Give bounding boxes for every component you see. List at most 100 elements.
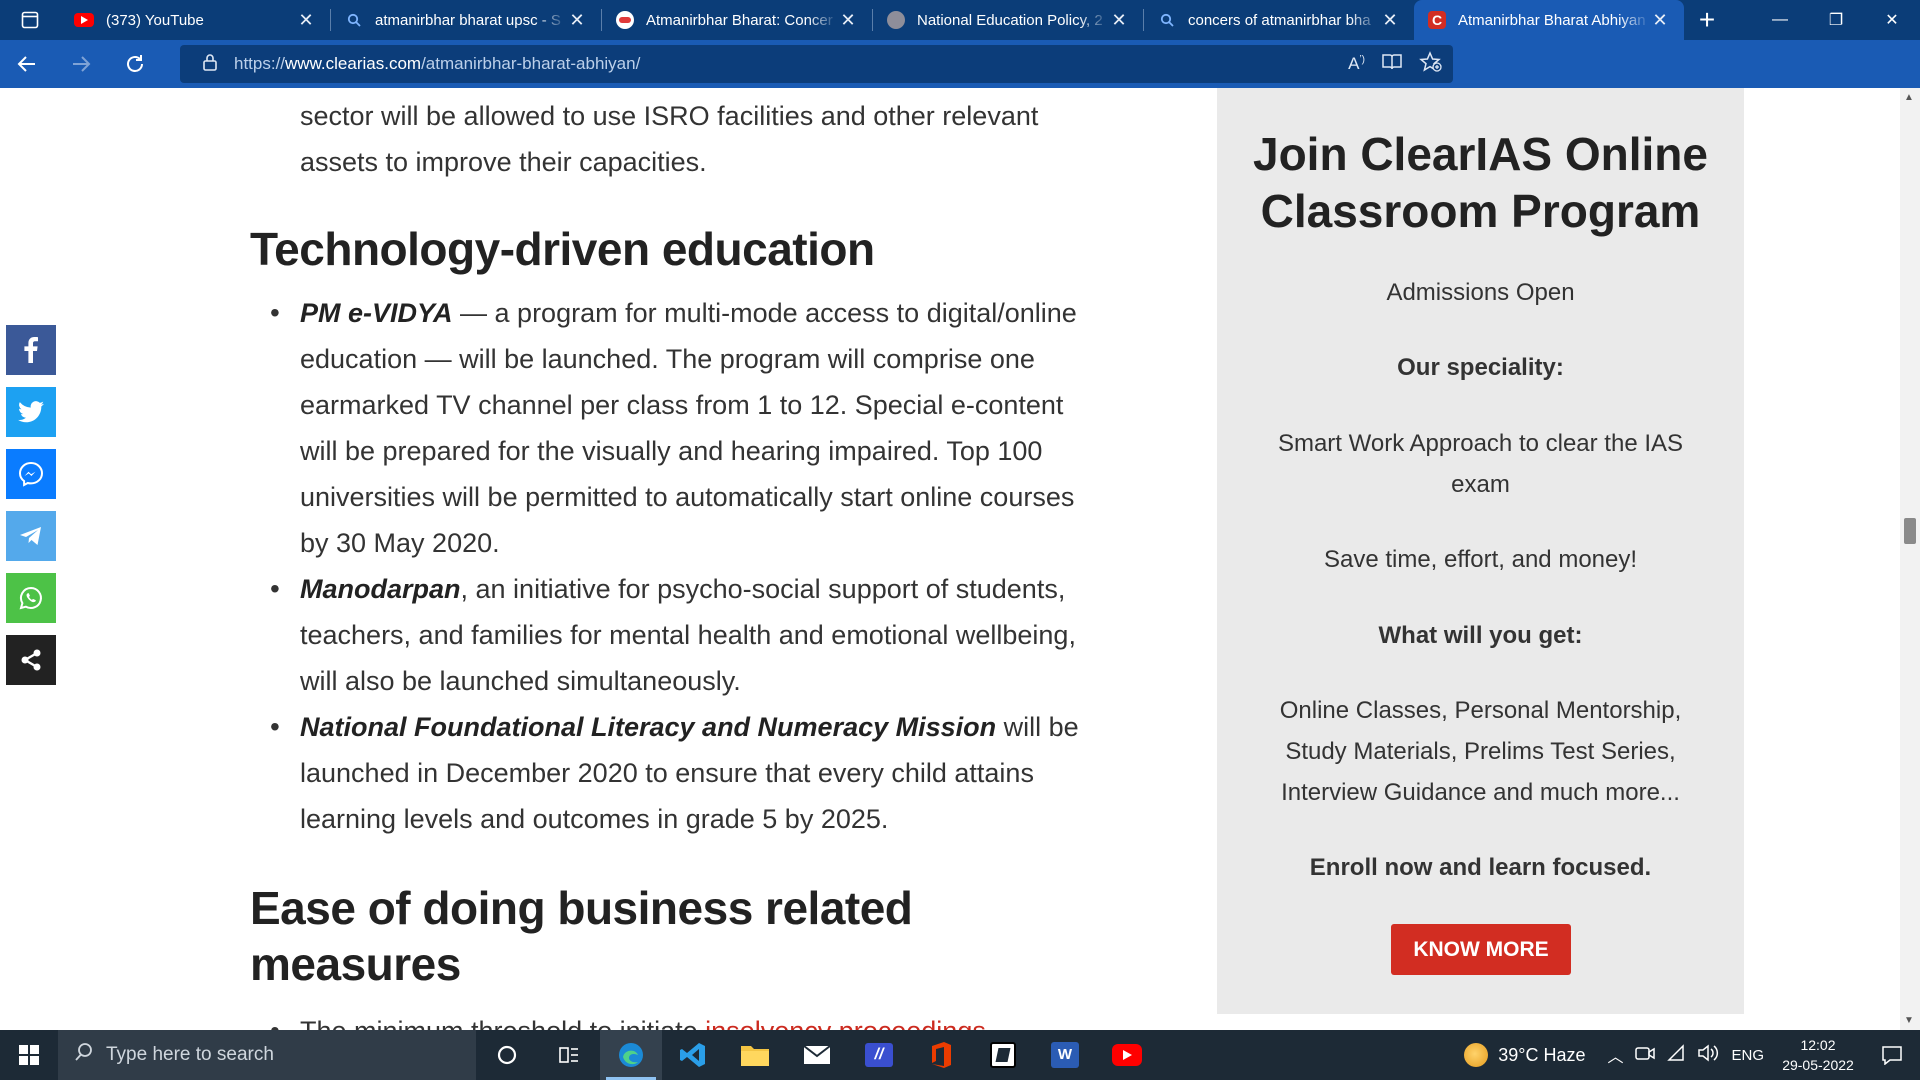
address-bar-actions: Aʼ) [1348,45,1443,83]
lock-icon[interactable] [202,53,224,76]
facebook-icon [24,337,38,363]
back-icon[interactable] [0,40,54,88]
network-icon[interactable] [1667,1043,1687,1067]
web-page: sector will be allowed to use ISRO facil… [0,88,1900,1030]
cortana-icon[interactable] [476,1030,538,1080]
restore-icon[interactable]: ❐ [1808,0,1864,40]
notion-icon[interactable] [972,1030,1034,1080]
tab-title: atmanirbhar bharat upsc - S [375,11,561,29]
scroll-up-icon[interactable]: ▲ [1904,92,1914,103]
start-button[interactable] [0,1030,58,1080]
search-icon [345,11,363,29]
address-bar[interactable]: https://www.clearias.com/atmanirbhar-bha… [180,45,1453,83]
vscode-icon[interactable] [662,1030,724,1080]
search-icon [74,1042,94,1068]
promo-title: Join ClearIAS Online Classroom Program [1253,128,1708,237]
page-scrollbar[interactable]: ▲ ▼ [1900,88,1920,1030]
weather-text: 39°C Haze [1498,1044,1586,1065]
telegram-share-button[interactable] [6,511,56,561]
close-icon[interactable]: ✕ [567,10,587,31]
volume-icon[interactable] [1697,1043,1719,1067]
whatsapp-share-button[interactable] [6,573,56,623]
new-tab-button[interactable]: + [1684,0,1730,40]
meet-now-icon[interactable] [1635,1044,1656,1067]
language-indicator[interactable]: ENG [1731,1047,1764,1064]
file-explorer-icon[interactable] [724,1030,786,1080]
list-item-literacy-mission: National Foundational Literacy and Numer… [270,704,1090,842]
scroll-down-icon[interactable]: ▼ [1904,1015,1914,1026]
youtube-app-icon[interactable] [1096,1030,1158,1080]
tab-title: concers of atmanirbhar bha [1188,11,1371,29]
clock[interactable]: 12:02 29-05-2022 [1772,1035,1864,1075]
tab-concerns[interactable]: Atmanirbhar Bharat: Concer ✕ [602,0,872,40]
list-item-insolvency: The minimum threshold to initiate insolv… [270,1008,1090,1030]
windows-taskbar: Type here to search // W 39°C Haze ︿ ENG… [0,1030,1920,1080]
facebook-share-button[interactable] [6,325,56,375]
ease-list: The minimum threshold to initiate insolv… [270,1008,1090,1030]
tab-actions-icon[interactable] [0,0,60,40]
close-icon[interactable]: ✕ [1650,10,1670,31]
show-hidden-icons[interactable]: ︿ [1607,1043,1623,1067]
reader-view-icon[interactable] [1381,52,1403,77]
tab-youtube[interactable]: (373) YouTube ✕ [60,0,330,40]
admissions-text: Admissions Open [1386,279,1575,306]
heading-technology-driven-education: Technology-driven education [250,223,875,275]
list-item-manodarpan: Manodarpan, an initiative for psycho-soc… [270,566,1090,704]
heading-ease-of-doing-business: Ease of doing business related measures [250,882,913,990]
tab-title: Atmanirbhar Bharat: Concer [646,11,833,29]
list-item-text: — a program for multi-mode access to dig… [300,298,1077,558]
twitter-share-button[interactable] [6,387,56,437]
save-text: Save time, effort, and money! [1323,546,1638,573]
social-share-bar [6,325,56,697]
close-icon[interactable]: ✕ [296,10,316,31]
messenger-share-button[interactable] [6,449,56,499]
close-window-icon[interactable]: ✕ [1864,0,1920,40]
url-scheme: https:// [234,54,286,73]
mail-icon[interactable] [786,1030,848,1080]
minimize-icon[interactable]: — [1752,0,1808,40]
clock-date: 29-05-2022 [1782,1057,1854,1073]
search-placeholder: Type here to search [106,1044,274,1065]
telegram-icon [20,527,41,545]
share-button[interactable] [6,635,56,685]
office-icon[interactable] [910,1030,972,1080]
speciality-text: Smart Work Approach to clear the IAS exa… [1277,430,1684,498]
notification-center-icon[interactable] [1864,1045,1920,1065]
promo-sidebar: Join ClearIAS Online Classroom Program A… [1217,88,1744,1014]
edge-taskbar-icon[interactable] [600,1030,662,1080]
messenger-icon [18,461,44,487]
read-aloud-icon[interactable]: Aʼ) [1348,54,1365,74]
list-item-emphasis: PM e-VIDYA [300,298,453,328]
insolvency-link[interactable]: insolvency proceedings [705,1016,986,1030]
forward-icon[interactable] [54,40,108,88]
taskbar-search-box[interactable]: Type here to search [58,1030,476,1080]
word-icon[interactable]: W [1034,1030,1096,1080]
isro-paragraph: sector will be allowed to use ISRO facil… [300,101,1039,177]
what-you-get-label: What will you get: [1378,622,1583,649]
tab-clearias-active[interactable]: C Atmanirbhar Bharat Abhiyan ✕ [1414,0,1684,40]
close-icon[interactable]: ✕ [1109,10,1129,31]
close-icon[interactable]: ✕ [1380,10,1400,31]
search-icon [1158,11,1176,29]
tab-title: Atmanirbhar Bharat Abhiyan [1458,11,1646,29]
weather-widget[interactable]: 39°C Haze [1464,1043,1585,1067]
task-view-icon[interactable] [538,1030,600,1080]
power-automate-icon[interactable]: // [848,1030,910,1080]
site-icon [887,11,905,29]
refresh-icon[interactable] [108,40,162,88]
close-icon[interactable]: ✕ [838,10,858,31]
twitter-icon [18,401,44,423]
enroll-text: Enroll now and learn focused. [1309,854,1652,881]
add-favorite-icon[interactable] [1419,50,1443,78]
url-text[interactable]: https://www.clearias.com/atmanirbhar-bha… [234,54,640,74]
tab-search-concerns[interactable]: concers of atmanirbhar bha ✕ [1144,0,1414,40]
list-item-text: The minimum threshold to initiate [300,1016,705,1030]
know-more-button[interactable]: KNOW MORE [1391,924,1571,975]
whatsapp-icon [19,586,42,610]
tab-nep[interactable]: National Education Policy, 2 ✕ [873,0,1143,40]
tab-search-upsc[interactable]: atmanirbhar bharat upsc - S ✕ [331,0,601,40]
list-item-emphasis: National Foundational Literacy and Numer… [300,712,997,742]
tab-strip: (373) YouTube ✕ atmanirbhar bharat upsc … [0,0,1920,40]
scrollbar-thumb[interactable] [1904,518,1916,544]
list-item-pm-evidya: PM e-VIDYA — a program for multi-mode ac… [270,290,1090,566]
